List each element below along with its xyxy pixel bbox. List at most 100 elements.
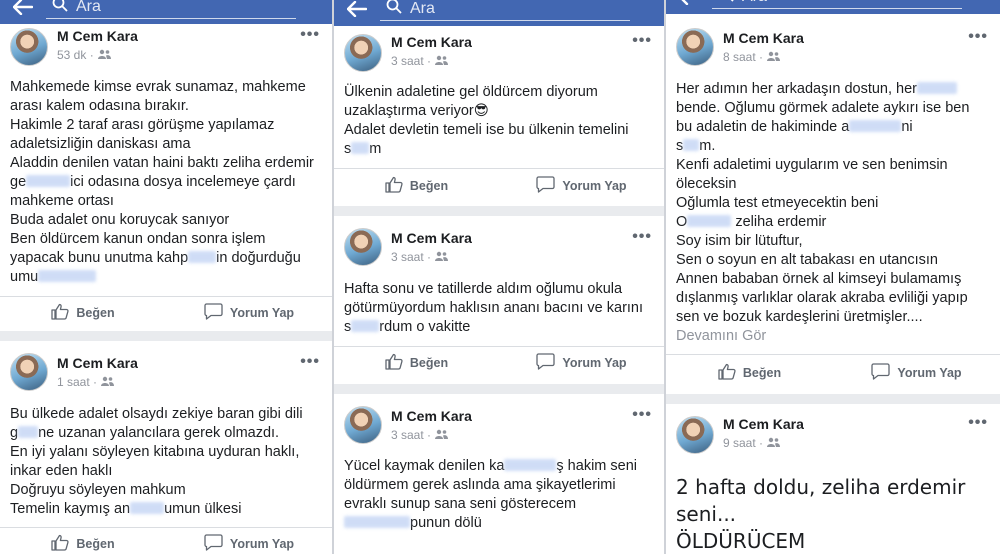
post-options-button[interactable]: •••	[300, 26, 320, 44]
post-card: M Cem Kara 1 saat · ••• Bu ülkede adalet…	[0, 341, 332, 554]
back-arrow-icon[interactable]	[344, 0, 370, 21]
post-card: M Cem Kara 53 dk · ••• Mahkemede kimse e…	[0, 24, 332, 331]
divider	[334, 346, 664, 347]
author-name[interactable]: M Cem Kara	[391, 230, 472, 246]
search-box[interactable]	[712, 0, 962, 9]
search-input[interactable]	[76, 0, 276, 16]
author-name[interactable]: M Cem Kara	[391, 34, 472, 50]
post-options-button[interactable]: •••	[300, 353, 320, 371]
text-line: Aladdin denilen vatan haini baktı zeliha…	[10, 155, 314, 171]
post-options-button[interactable]: •••	[632, 228, 652, 246]
text-fragment: Temelin kaymış an	[10, 501, 131, 517]
text-line: En iyi yalanı söyleyen kitabına uyduran …	[10, 444, 300, 460]
text-fragment: Her adımın her arkadaşın dostun, her	[676, 81, 917, 97]
text-line: Soy isim bir lütuftur,	[676, 233, 803, 249]
see-more-link[interactable]: Devamını Gör	[676, 327, 992, 346]
author-name[interactable]: M Cem Kara	[723, 416, 804, 432]
text-fragment: s	[676, 138, 684, 154]
comment-icon	[204, 303, 223, 323]
comment-button[interactable]: Yorum Yap	[166, 529, 332, 554]
divider	[0, 527, 332, 528]
like-button[interactable]: Beğen	[666, 358, 833, 388]
text-fragment: rdum o vakitte	[379, 319, 471, 335]
post-text: Bu ülkede adalet olsaydı zekiye baran gi…	[10, 405, 324, 519]
post-time[interactable]: 3 saat ·	[391, 54, 431, 68]
text-fragment: ş hakim seni	[556, 458, 637, 474]
redaction-blur	[26, 175, 71, 187]
author-name[interactable]: M Cem Kara	[723, 30, 804, 46]
comment-button[interactable]: Yorum Yap	[499, 348, 664, 378]
like-icon	[51, 303, 70, 323]
author-name[interactable]: M Cem Kara	[57, 355, 138, 371]
comment-button[interactable]: Yorum Yap	[499, 171, 664, 201]
search-icon	[52, 0, 68, 17]
post-text: 2 hafta doldu, zeliha erdemir seni... ÖL…	[676, 474, 992, 554]
author-name[interactable]: M Cem Kara	[57, 28, 138, 44]
search-input[interactable]	[410, 0, 610, 18]
back-arrow-icon[interactable]	[10, 0, 36, 19]
text-line: bu adaletin de hakiminde a ni	[676, 118, 992, 137]
avatar[interactable]	[676, 28, 714, 66]
post-options-button[interactable]: •••	[968, 28, 988, 46]
post-time[interactable]: 3 saat ·	[391, 250, 431, 264]
avatar[interactable]	[344, 228, 382, 266]
redaction-blur	[351, 320, 380, 332]
post-meta: 1 saat ·	[57, 375, 115, 389]
like-button[interactable]: Beğen	[334, 348, 499, 378]
text-line: g ne uzanan yalancılara gerek olmazdı.	[10, 424, 324, 443]
post-options-button[interactable]: •••	[968, 414, 988, 432]
post-time[interactable]: 3 saat ·	[391, 428, 431, 442]
post-options-button[interactable]: •••	[632, 32, 652, 50]
text-fragment: ni	[901, 119, 913, 135]
search-box[interactable]	[46, 0, 296, 19]
text-line: Temelin kaymış an umun ülkesi	[10, 500, 324, 519]
comment-button[interactable]: Yorum Yap	[833, 358, 1000, 388]
feed-column-1: M Cem Kara 53 dk · ••• Mahkemede kimse e…	[0, 0, 332, 554]
text-line: dışlanmış varlıklar olarak akraba evlili…	[676, 290, 968, 306]
text-line: Adalet devletin temeli ise bu ülkenin te…	[344, 122, 629, 138]
text-fragment: in doğurduğu	[216, 250, 301, 266]
text-line: Yücel kaymak denilen ka ş hakim seni	[344, 457, 656, 476]
text-line: arası kalem odasına bırakır.	[10, 98, 189, 114]
text-line: 2 hafta doldu, zeliha erdemir	[676, 475, 966, 499]
like-label: Beğen	[76, 537, 115, 551]
text-line: uzaklaştırma veriyor😎	[344, 103, 489, 119]
comment-label: Yorum Yap	[229, 537, 295, 551]
post-meta: 3 saat ·	[391, 250, 449, 264]
friends-icon	[435, 428, 449, 442]
author-name[interactable]: M Cem Kara	[391, 408, 472, 424]
text-line: Kenfi adaletimi uygularım ve sen benimsi…	[676, 157, 948, 173]
text-line: evraklı sunup sana seni gösterecem	[344, 496, 577, 512]
comment-button[interactable]: Yorum Yap	[166, 298, 332, 328]
text-fragment: bu adaletin de hakiminde a	[676, 119, 850, 135]
post-card: M Cem Kara 9 saat · ••• 2 hafta doldu, z…	[666, 404, 1000, 554]
post-text: Mahkemede kimse evrak sunamaz, mahkeme a…	[10, 78, 324, 287]
post-time[interactable]: 53 dk ·	[57, 48, 94, 62]
post-time[interactable]: 1 saat ·	[57, 375, 97, 389]
redaction-blur	[38, 270, 97, 282]
avatar[interactable]	[10, 353, 48, 391]
text-line: punun dölü	[344, 514, 656, 533]
post-time[interactable]: 8 saat ·	[723, 50, 763, 64]
like-label: Beğen	[76, 306, 115, 320]
search-box[interactable]	[380, 0, 630, 21]
text-line: Doğruyu söyleyen mahkum	[10, 482, 186, 498]
post-time[interactable]: 9 saat ·	[723, 436, 763, 450]
like-button[interactable]: Beğen	[334, 171, 499, 201]
like-icon	[51, 534, 70, 554]
search-input[interactable]	[742, 0, 942, 6]
text-fragment: ne uzanan yalancılara gerek olmazdı.	[38, 425, 280, 441]
avatar[interactable]	[344, 406, 382, 444]
back-arrow-icon[interactable]	[676, 0, 702, 9]
avatar[interactable]	[344, 34, 382, 72]
comment-label: Yorum Yap	[897, 366, 962, 380]
like-button[interactable]: Beğen	[0, 298, 166, 328]
divider	[0, 296, 332, 297]
post-options-button[interactable]: •••	[632, 406, 652, 424]
avatar[interactable]	[676, 416, 714, 454]
text-fragment: ici odasına dosya incelemeye çardı	[70, 174, 296, 190]
redaction-blur	[849, 120, 902, 132]
avatar[interactable]	[10, 28, 48, 66]
text-fragment: s	[344, 319, 352, 335]
like-button[interactable]: Beğen	[0, 529, 166, 554]
